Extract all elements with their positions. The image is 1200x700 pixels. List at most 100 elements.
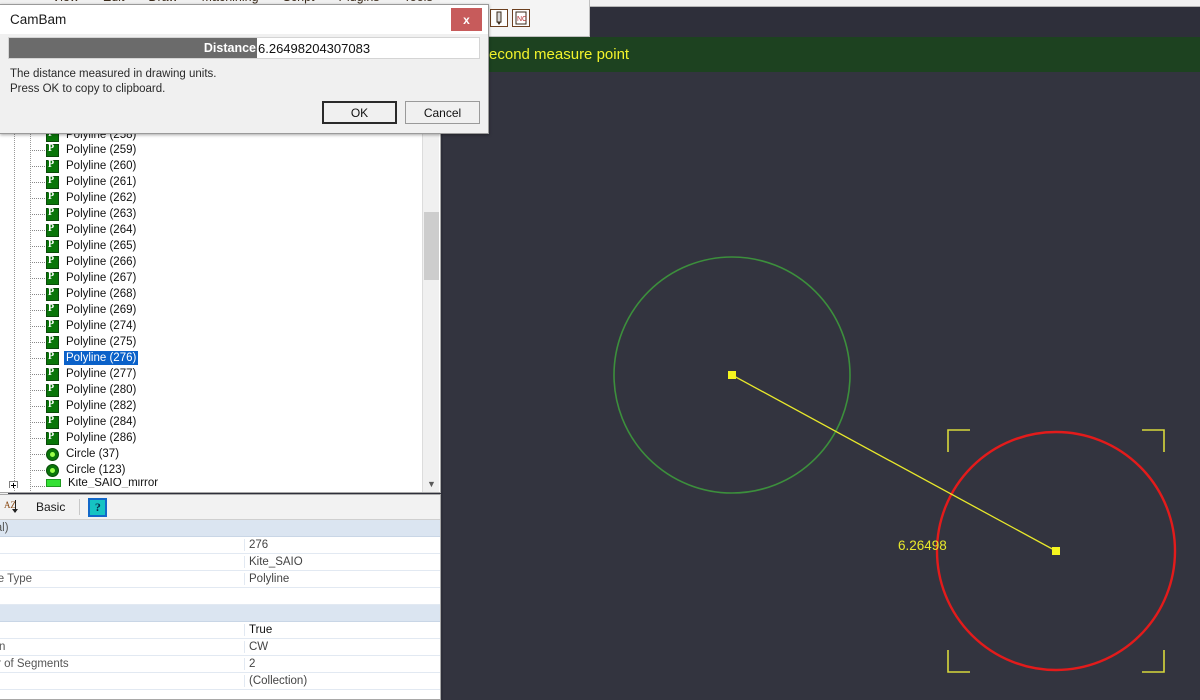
- property-name: Points: [0, 675, 245, 687]
- tree-item-polyline[interactable]: Polyline (260): [0, 158, 417, 174]
- property-row[interactable]: Number of Segments2: [0, 656, 440, 673]
- property-row[interactable]: [0, 588, 440, 605]
- property-row[interactable]: ID276: [0, 537, 440, 554]
- property-value[interactable]: Polyline: [245, 573, 440, 585]
- tree-connector: [30, 358, 46, 359]
- property-row[interactable]: Points(Collection): [0, 673, 440, 690]
- close-icon[interactable]: x: [451, 8, 482, 31]
- chevron-down-icon[interactable]: ▼: [423, 475, 440, 492]
- tree-item-polyline[interactable]: Polyline (265): [0, 238, 417, 254]
- drawing-vector-layer: [613, 256, 1177, 673]
- dialog-description: The distance measured in drawing units. …: [10, 67, 478, 97]
- tree-item-label: Polyline (267): [66, 272, 137, 284]
- property-name: Primitive Type: [0, 573, 245, 585]
- tree-item-polyline[interactable]: Polyline (282): [0, 398, 417, 414]
- tree-connector: [30, 182, 46, 183]
- property-value[interactable]: True: [245, 624, 440, 636]
- tree-connector: [30, 438, 46, 439]
- tree-item-polyline[interactable]: Polyline (262): [0, 190, 417, 206]
- tree-item-label: Polyline (264): [66, 224, 137, 236]
- tree-connector: [30, 470, 46, 471]
- tree-item-polyline[interactable]: Polyline (276): [0, 350, 417, 366]
- property-row[interactable]: ClosedTrue: [0, 622, 440, 639]
- distance-field-label: Distance: [9, 38, 257, 58]
- tree-connector: [30, 454, 46, 455]
- property-grid-panel[interactable]: A​Z Basic ? (General)ID276LayerKite_SAIO…: [0, 494, 441, 700]
- distance-field-row: Distance 6.26498204307083: [8, 37, 480, 59]
- polyline-icon: [46, 159, 59, 173]
- polyline-icon: [46, 223, 59, 237]
- dialog-title-bar: CamBam x: [0, 5, 488, 34]
- polyline-icon: [46, 134, 59, 142]
- property-value[interactable]: CW: [245, 641, 440, 653]
- dialog-button-row: OK Cancel: [322, 101, 480, 124]
- tree-item-label: Polyline (276): [64, 351, 139, 365]
- property-name: Direction: [0, 641, 245, 653]
- polyline-icon: [46, 303, 59, 317]
- tree-item-polyline[interactable]: Polyline (264): [0, 222, 417, 238]
- property-value[interactable]: 2: [245, 658, 440, 670]
- tree-item-polyline[interactable]: Polyline (284): [0, 414, 417, 430]
- help-icon[interactable]: ?: [88, 497, 108, 517]
- tree-scrollbar[interactable]: ▼: [422, 134, 439, 492]
- tree-expander-icon[interactable]: [9, 481, 18, 488]
- tree-item-polyline[interactable]: Polyline (275): [0, 334, 417, 350]
- property-value[interactable]: (Collection): [245, 675, 440, 687]
- polyline-icon: [46, 143, 59, 157]
- dialog-title: CamBam: [10, 12, 67, 27]
- tree-item-label: Polyline (274): [66, 320, 137, 332]
- cancel-button[interactable]: Cancel: [405, 101, 480, 124]
- polyline-icon: [46, 415, 59, 429]
- sort-az-icon[interactable]: A​Z: [4, 498, 22, 516]
- polyline-icon: [46, 207, 59, 221]
- tree-connector: [30, 246, 46, 247]
- tree-item-polyline[interactable]: Polyline (268): [0, 286, 417, 302]
- property-row[interactable]: DirectionCW: [0, 639, 440, 656]
- property-row[interactable]: LayerKite_SAIO: [0, 554, 440, 571]
- tree-item-circle[interactable]: Circle (37): [0, 446, 417, 462]
- tree-item-polyline[interactable]: Polyline (274): [0, 318, 417, 334]
- tree-item-polyline[interactable]: Polyline (267): [0, 270, 417, 286]
- tree-item-polyline[interactable]: Polyline (266): [0, 254, 417, 270]
- tree-item-polyline[interactable]: Polyline (263): [0, 206, 417, 222]
- drill-icon[interactable]: [490, 9, 508, 27]
- tree-scrollbar-thumb[interactable]: [424, 212, 439, 280]
- property-value[interactable]: 276: [245, 539, 440, 551]
- distance-value-input[interactable]: 6.26498204307083: [257, 38, 479, 58]
- tree-item-polyline[interactable]: Polyline (286): [0, 430, 417, 446]
- nc-file-icon[interactable]: NC: [512, 9, 530, 27]
- tree-item-polyline[interactable]: Polyline (261): [0, 174, 417, 190]
- tree-item-label: Polyline (265): [66, 240, 137, 252]
- polyline-icon: [46, 191, 59, 205]
- tab-basic[interactable]: Basic: [30, 497, 71, 517]
- tree-connector: [30, 198, 46, 199]
- drawing-tree-panel[interactable]: Polyline (258) Polyline (259) Polyline (26…: [0, 133, 441, 493]
- polyline-icon: [46, 255, 59, 269]
- tree-item-circle[interactable]: Circle (123): [0, 462, 417, 478]
- property-name: ID: [0, 539, 245, 551]
- tree-connector: [30, 390, 46, 391]
- drawing-tree-list[interactable]: Polyline (258) Polyline (259) Polyline (26…: [0, 134, 417, 492]
- tree-item-polyline[interactable]: Polyline (258): [0, 134, 417, 142]
- property-value[interactable]: Kite_SAIO: [245, 556, 440, 568]
- tree-connector: [30, 294, 46, 295]
- tree-item-polyline[interactable]: Polyline (259): [0, 142, 417, 158]
- tree-connector: [30, 406, 46, 407]
- dialog-description-line2: Press OK to copy to clipboard.: [10, 83, 166, 95]
- tree-item-label: Polyline (284): [66, 416, 137, 428]
- property-row[interactable]: Primitive TypePolyline: [0, 571, 440, 588]
- tree-item-layer[interactable]: Kite_SAIO_mirror: [0, 478, 417, 488]
- tree-item-polyline[interactable]: Polyline (269): [0, 302, 417, 318]
- distance-dialog[interactable]: CamBam x Distance 6.26498204307083 The d…: [0, 4, 489, 134]
- tree-item-label: Polyline (262): [66, 192, 137, 204]
- tree-item-label: Kite_SAIO_mirror: [68, 478, 159, 488]
- tree-item-polyline[interactable]: Polyline (280): [0, 382, 417, 398]
- tree-item-polyline[interactable]: Polyline (277): [0, 366, 417, 382]
- tree-connector: [30, 214, 46, 215]
- polyline-icon: [46, 287, 59, 301]
- drawing-canvas[interactable]: 6.26498: [443, 72, 1200, 700]
- tree-item-label: Polyline (280): [66, 384, 137, 396]
- tree-item-label: Circle (123): [66, 464, 126, 476]
- ok-button[interactable]: OK: [322, 101, 397, 124]
- circle-icon: [46, 463, 59, 477]
